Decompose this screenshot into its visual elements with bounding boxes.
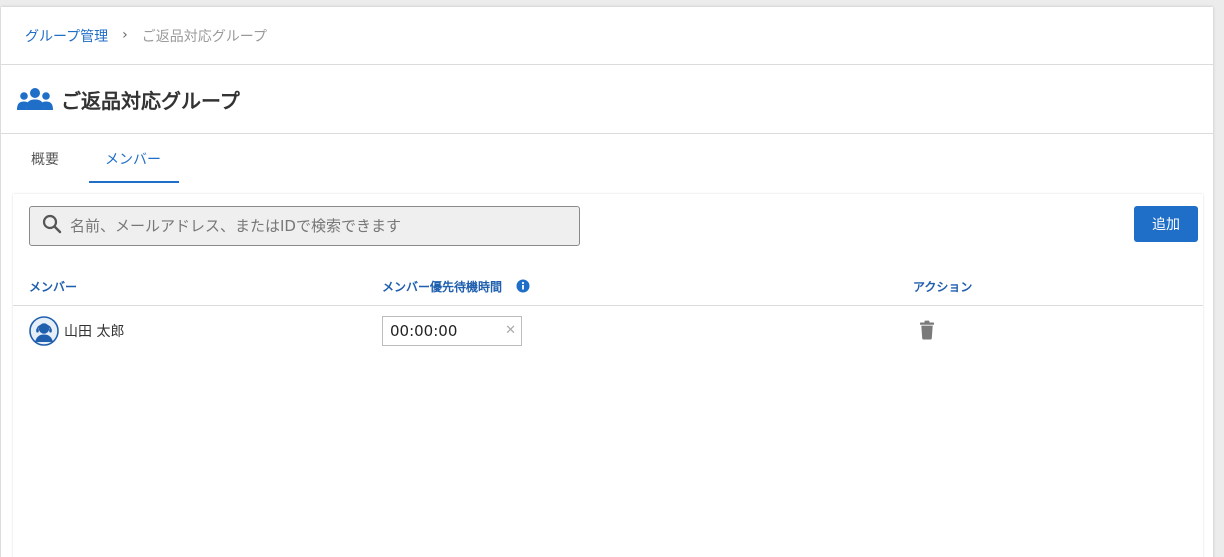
- priority-wait-input[interactable]: [390, 322, 500, 340]
- column-header-priority-wait: メンバー優先待機時間: [382, 266, 530, 306]
- clear-icon[interactable]: ✕: [505, 323, 516, 338]
- people-group-icon: [17, 87, 53, 111]
- priority-wait-field[interactable]: ✕: [382, 316, 522, 346]
- table-header: メンバー メンバー優先待機時間 アクション: [13, 266, 1203, 306]
- trash-icon[interactable]: [919, 320, 935, 344]
- search-input[interactable]: [70, 217, 540, 235]
- members-card: 追加 メンバー メンバー優先待機時間 アクション: [13, 194, 1203, 557]
- breadcrumb-group-management-link[interactable]: グループ管理: [25, 26, 108, 46]
- column-header-priority-wait-label[interactable]: メンバー優先待機時間: [382, 278, 502, 295]
- table-row: 山田 太郎 ✕: [13, 307, 1203, 355]
- search-box[interactable]: [29, 206, 580, 246]
- tab-members[interactable]: メンバー: [89, 135, 179, 183]
- agent-avatar-icon: [29, 316, 59, 346]
- add-member-button[interactable]: 追加: [1134, 206, 1198, 242]
- breadcrumb-current: ご返品対応グループ: [141, 28, 267, 45]
- column-header-action: アクション: [913, 279, 973, 294]
- chevron-right-icon: ›: [122, 26, 128, 43]
- tab-bar: 概要 メンバー: [1, 135, 1213, 183]
- breadcrumb: グループ管理 › ご返品対応グループ: [1, 7, 1213, 65]
- column-header-member[interactable]: メンバー: [29, 266, 77, 306]
- info-icon[interactable]: [516, 279, 530, 293]
- page-header: ご返品対応グループ: [1, 65, 1213, 134]
- search-icon: [42, 214, 70, 238]
- tab-overview[interactable]: 概要: [1, 135, 89, 183]
- group-detail-panel: グループ管理 › ご返品対応グループ ご返品対応グループ 概要 メンバー 名前、…: [1, 7, 1213, 557]
- page-title: ご返品対応グループ: [61, 88, 240, 113]
- member-name: 山田 太郎: [64, 324, 125, 340]
